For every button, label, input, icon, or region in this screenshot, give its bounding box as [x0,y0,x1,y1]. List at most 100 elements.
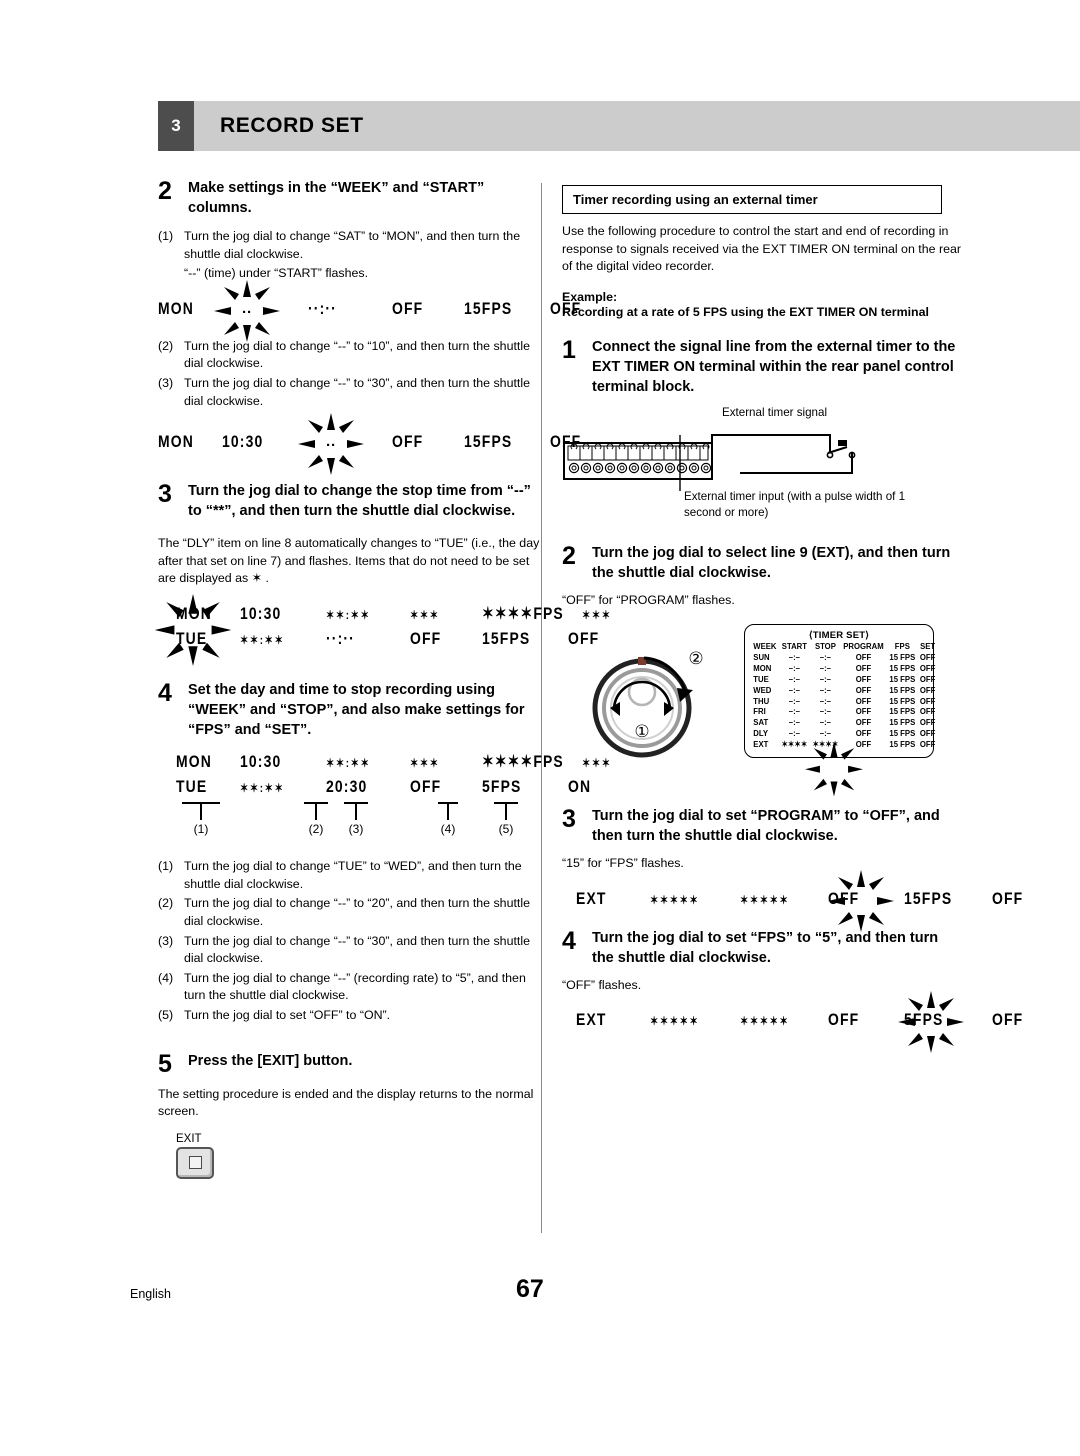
cell-program: OFF [856,663,872,674]
lcd-set: OFF [992,1010,1024,1030]
lcd-week: MON [158,432,194,452]
list-marker: (3) [158,376,174,391]
lcd-start: ✶✶:✶✶ [240,781,285,796]
col-program: PROGRAM [843,641,885,652]
callout-5: (5) [494,802,518,836]
cell-stop: –:– [819,652,831,663]
lcd-program: OFF [410,777,442,797]
cell-fps: 15 FPS [889,684,916,695]
lcd-set: OFF [992,888,1024,908]
step-4: 4 Set the day and time to stop recording… [158,680,540,740]
lcd-fps: 15FPS [904,888,953,908]
cell-program: OFF [856,706,872,717]
col-set: SET [920,641,936,652]
lcd-row: MON 10:30 OFF 15FPS OFF ·· [158,413,580,476]
cell-fps: 15 FPS [889,727,916,738]
list-text: Turn the jog dial to change “--” to “20”… [184,896,530,928]
step-2: 2 Make settings in the “WEEK” and “START… [158,178,540,218]
step-3-number: 3 [158,480,172,509]
right-step-2-note: “OFF” for “PROGRAM” flashes. [562,593,735,608]
exit-key-icon[interactable] [176,1146,214,1179]
example-label: Example: [562,289,618,304]
callout-stem [200,803,202,820]
cell-week: DLY [753,727,769,738]
list-text: Turn the jog dial to change “--” to “10”… [184,338,530,371]
lcd-stop: ✶✶:✶✶ [326,608,371,623]
col-fps: FPS [895,641,911,652]
cell-stop: ✶✶✶✶ [812,738,838,749]
lcd-fps: 15FPS [464,432,513,452]
step-5-note: The setting procedure is ended and the d… [158,1086,534,1119]
step-2-sublist-a: (1) Turn the jog dial to change “SAT” to… [158,228,540,283]
list-item: (2) Turn the jog dial to change “--” to … [158,338,540,373]
col-week: WEEK [753,641,777,652]
right-step-2: 2 Turn the jog dial to select line 9 (EX… [562,543,962,583]
cell-week: SUN [753,652,770,663]
cell-set: OFF [919,673,936,684]
list-marker: (1) [158,229,174,243]
lcd-program: OFF [392,432,424,452]
lcd-fps: 15FPS [482,629,531,649]
cell-set: OFF [919,684,936,695]
callout-stem [505,803,507,820]
timer-set-table: ⟨TIMER SET⟩ WEEK START STOP PROGRAM FPS … [744,624,937,797]
cell-week: MON [753,663,772,674]
step-3: 3 Turn the jog dial to change the stop t… [158,481,540,521]
step-3-title: Turn the jog dial to change the stop tim… [188,483,531,520]
section-header-bar: 3 RECORD SET [158,101,1080,151]
cell-start: –:– [788,727,800,738]
list-item: (3) Turn the jog dial to change “--” to … [158,933,540,968]
lcd-week: MON [158,298,194,318]
footer-language: English [130,1287,171,1301]
flash-indicator-icon: ·· [214,279,280,342]
col-stop: STOP [814,641,836,652]
step-4-number: 4 [158,679,172,708]
cell-start: –:– [788,695,800,706]
step-4-callouts: (1) (2) (3) (4) (5) [176,802,540,848]
lcd-week: EXT [576,888,607,908]
cell-start: –:– [788,663,800,674]
cell-set: OFF [919,663,936,674]
lcd-fps: 5FPS [904,1010,944,1030]
step-2-number: 2 [158,177,172,205]
table-row: MON –:– –:– OFF 15 FPS OFF [751,663,937,674]
cell-fps: 15 FPS [889,706,916,717]
lcd-program: OFF [828,888,860,908]
right-step-3-number: 3 [562,805,576,834]
cell-stop: –:– [819,727,831,738]
lcd-stop: ··:·· [326,629,355,649]
right-step-1-title: Connect the signal line from the externa… [592,339,956,396]
section-number-badge: 3 [158,101,194,151]
footer-page-number: 67 [516,1275,544,1303]
callout-4: (4) [438,802,458,836]
lcd-stop: 20:30 [326,777,368,797]
lcd-start: 10:30 [240,752,282,772]
step-4-title: Set the day and time to stop recording u… [188,682,525,739]
timer-set-title: ⟨TIMER SET⟩ [808,630,870,642]
step-2-title: Make settings in the “WEEK” and “START” … [188,180,485,216]
right-step-3-note: “15” for “FPS” flashes. [562,856,684,871]
lcd-start: ✶✶✶✶✶ [650,1014,700,1029]
list-text: Turn the jog dial to change “--” to “30”… [184,376,530,408]
cell-stop: –:– [819,706,831,717]
cell-fps: 15 FPS [889,652,916,663]
right-step-3-title: Turn the jog dial to set “PROGRAM” to “O… [592,808,940,845]
cell-week: THU [753,695,770,706]
lcd-display-step3: MON 10:30 ✶✶:✶✶ ✶✶✶ ✶✶✶✶FPS ✶✶✶ TUE ✶✶:✶… [154,594,610,667]
lcd-fps: ✶✶✶✶FPS [482,604,564,624]
list-item: (1) Turn the jog dial to change “SAT” to… [158,228,540,263]
cell-fps: 15 FPS [889,738,916,749]
cell-fps: 15 FPS [889,663,916,674]
lcd-display-step2-b: MON 10:30 OFF 15FPS OFF ·· [158,413,580,476]
right-step-1-number: 1 [562,336,576,365]
callout-2: (2) [304,802,328,836]
cell-program: OFF [856,673,872,684]
lcd-week: EXT [576,1010,607,1030]
list-item-note: “--” (time) under “START” flashes. [158,265,540,283]
callout-label: (5) [498,821,514,836]
right-step-4: 4 Turn the jog dial to set “FPS” to “5”,… [562,928,962,968]
lcd-week: TUE [176,777,208,797]
cell-start: –:– [788,717,800,728]
lcd-week: MON [176,604,212,624]
cell-week: TUE [753,673,769,684]
